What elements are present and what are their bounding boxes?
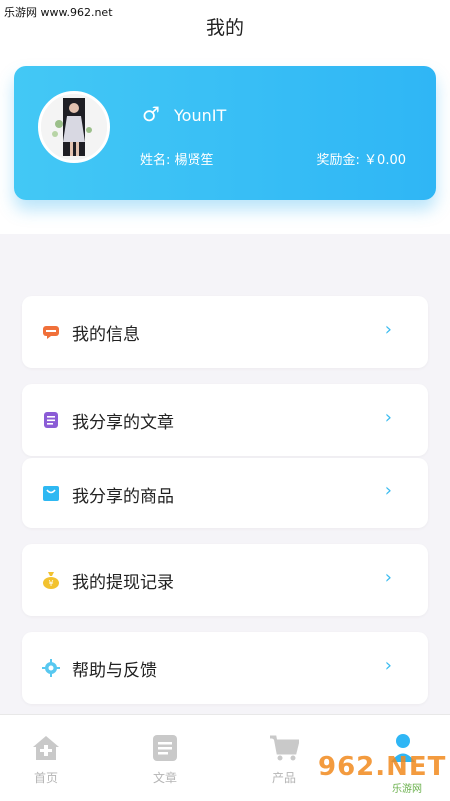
gear-icon — [42, 659, 60, 677]
nav-label: 文章 — [152, 771, 177, 785]
profile-area: ♂ YounIT 姓名: 楊贤笙 奖励金: ￥0.00 — [0, 52, 450, 234]
chevron-right-icon: › — [384, 480, 392, 501]
menu-item-shared-articles[interactable]: 我分享的文章 › — [22, 384, 428, 456]
chevron-right-icon: › — [384, 407, 392, 428]
message-icon — [42, 323, 60, 341]
menu-label: 我的提现记录 — [72, 573, 174, 593]
menu-label: 我分享的商品 — [72, 487, 174, 507]
username: YounIT — [174, 106, 227, 125]
menu-item-withdraw-records[interactable]: ¥ 我的提现记录 › — [22, 544, 428, 616]
chevron-right-icon: › — [384, 567, 392, 588]
money-bag-icon: ¥ — [42, 571, 60, 589]
nav-label: 产品 — [271, 771, 296, 785]
page-title: 我的 — [205, 16, 244, 39]
menu-item-help-feedback[interactable]: 帮助与反馈 › — [22, 632, 428, 704]
cart-icon — [269, 733, 300, 763]
nav-label: 首页 — [33, 771, 58, 785]
menu-label: 帮助与反馈 — [72, 661, 157, 681]
menu-label: 我分享的文章 — [72, 413, 174, 433]
menu-label: 我的信息 — [72, 325, 140, 345]
menu-item-shared-products[interactable]: 我分享的商品 › — [22, 458, 428, 528]
profile-card[interactable]: ♂ YounIT 姓名: 楊贤笙 奖励金: ￥0.00 — [14, 66, 436, 200]
watermark-bottom: 962.NET — [318, 752, 447, 782]
chevron-right-icon: › — [384, 655, 392, 676]
avatar[interactable] — [38, 91, 110, 163]
menu-item-my-info[interactable]: 我的信息 › — [22, 296, 428, 368]
bag-icon — [42, 484, 60, 502]
watermark-bottom-sub: 乐游网 — [392, 784, 422, 795]
article-icon — [150, 733, 180, 763]
reward-balance: 奖励金: ￥0.00 — [316, 153, 406, 168]
home-icon — [31, 733, 61, 763]
article-icon — [42, 411, 60, 429]
male-icon: ♂ — [142, 102, 160, 126]
real-name: 姓名: 楊贤笙 — [140, 153, 214, 168]
svg-text:¥: ¥ — [48, 579, 53, 588]
nav-home[interactable]: 首页 — [16, 733, 76, 786]
nav-products[interactable]: 产品 — [254, 733, 314, 786]
watermark-top: 乐游网 www.962.net — [4, 6, 113, 19]
chevron-right-icon: › — [384, 319, 392, 340]
nav-articles[interactable]: 文章 — [135, 733, 195, 786]
